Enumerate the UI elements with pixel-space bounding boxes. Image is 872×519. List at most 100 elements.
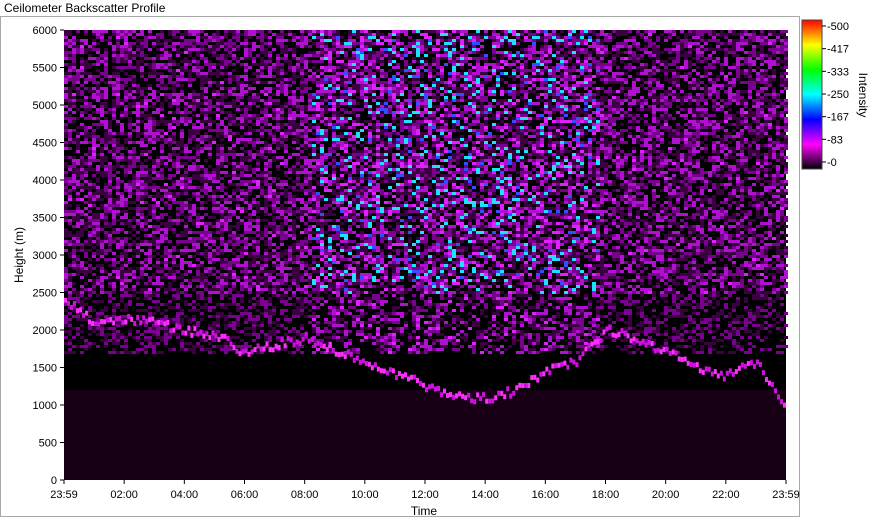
heatmap-cell bbox=[244, 75, 248, 78]
heatmap-cell bbox=[212, 63, 216, 66]
heatmap-cell bbox=[252, 201, 256, 204]
heatmap-cell bbox=[148, 186, 152, 189]
heatmap-cell bbox=[216, 288, 220, 291]
heatmap-cell bbox=[108, 111, 112, 114]
heatmap-cell bbox=[324, 279, 328, 282]
heatmap-cell bbox=[192, 240, 196, 243]
heatmap-cell bbox=[272, 102, 276, 105]
heatmap-cell bbox=[84, 108, 88, 111]
heatmap-cell bbox=[316, 246, 320, 249]
heatmap-cell bbox=[280, 282, 284, 285]
heatmap-cell bbox=[156, 108, 160, 111]
heatmap-cell bbox=[352, 210, 356, 213]
heatmap-cell bbox=[232, 162, 236, 165]
heatmap-cell bbox=[84, 243, 88, 246]
heatmap-cell bbox=[344, 81, 348, 84]
heatmap-cell bbox=[300, 165, 304, 168]
heatmap-cell bbox=[300, 75, 304, 78]
heatmap-cell bbox=[68, 312, 72, 315]
heatmap-cell bbox=[68, 189, 72, 192]
heatmap-cell bbox=[144, 216, 148, 219]
heatmap-cell bbox=[272, 150, 276, 153]
heatmap-cell bbox=[308, 39, 312, 42]
heatmap-cell bbox=[184, 348, 188, 351]
heatmap-cell bbox=[196, 105, 200, 108]
heatmap-cell bbox=[64, 105, 68, 108]
heatmap-cell bbox=[124, 138, 128, 141]
heatmap-cell bbox=[352, 282, 356, 285]
heatmap-cell bbox=[324, 300, 328, 303]
heatmap-cell bbox=[320, 249, 324, 252]
heatmap-cell bbox=[184, 252, 188, 255]
heatmap-cell bbox=[320, 198, 324, 201]
heatmap-cell bbox=[176, 108, 180, 111]
heatmap-cell bbox=[104, 93, 108, 96]
heatmap-cell bbox=[80, 261, 84, 264]
heatmap-cell bbox=[324, 96, 328, 99]
heatmap-cell bbox=[336, 204, 340, 207]
heatmap-cell bbox=[236, 168, 240, 171]
heatmap-cell bbox=[124, 237, 128, 240]
heatmap-cell bbox=[288, 297, 292, 300]
heatmap-cell bbox=[336, 309, 340, 312]
heatmap-cell bbox=[212, 129, 216, 132]
heatmap-cell bbox=[304, 243, 308, 246]
heatmap-cell bbox=[304, 126, 308, 129]
heatmap-cell bbox=[80, 285, 84, 288]
heatmap-cell bbox=[180, 66, 184, 69]
heatmap-cell bbox=[324, 129, 328, 132]
heatmap-cell bbox=[128, 303, 132, 306]
heatmap-cell bbox=[324, 270, 328, 273]
heatmap-cell bbox=[72, 210, 76, 213]
heatmap-cell bbox=[120, 345, 124, 348]
heatmap-cell bbox=[312, 324, 316, 327]
heatmap-cell bbox=[256, 276, 260, 279]
heatmap-cell bbox=[200, 120, 204, 123]
heatmap-cell bbox=[188, 54, 192, 57]
heatmap-cell bbox=[344, 219, 348, 222]
heatmap-cell bbox=[228, 75, 232, 78]
heatmap-cell bbox=[256, 249, 260, 252]
heatmap-cell bbox=[244, 207, 248, 210]
heatmap-cell bbox=[204, 306, 208, 309]
heatmap-cell bbox=[276, 210, 280, 213]
heatmap-cell bbox=[72, 336, 76, 339]
heatmap-cell bbox=[268, 39, 272, 42]
heatmap-cell bbox=[128, 237, 132, 240]
heatmap-cell bbox=[240, 300, 244, 303]
heatmap-cell bbox=[228, 132, 232, 135]
heatmap-cell bbox=[276, 57, 280, 60]
heatmap-cell bbox=[144, 180, 148, 183]
heatmap-cell bbox=[164, 84, 168, 87]
heatmap-cell bbox=[168, 174, 172, 177]
heatmap-cell bbox=[248, 252, 252, 255]
heatmap-cell bbox=[68, 78, 72, 81]
heatmap-cell bbox=[328, 156, 332, 159]
heatmap-cell bbox=[132, 36, 136, 39]
heatmap-cell bbox=[140, 309, 144, 312]
heatmap-cell bbox=[276, 60, 280, 63]
heatmap-cell bbox=[300, 267, 304, 270]
heatmap-cell bbox=[356, 219, 360, 222]
heatmap-cell bbox=[344, 147, 348, 150]
heatmap-cell bbox=[104, 147, 108, 150]
heatmap-cell bbox=[96, 282, 100, 285]
heatmap-cell bbox=[356, 114, 360, 117]
heatmap-cell bbox=[196, 198, 200, 201]
heatmap-cell bbox=[224, 129, 228, 132]
heatmap-cell bbox=[332, 336, 336, 339]
heatmap-cell bbox=[116, 87, 120, 90]
heatmap-cell bbox=[100, 312, 104, 315]
heatmap-cell bbox=[312, 303, 316, 306]
heatmap-cell bbox=[356, 84, 360, 87]
heatmap-cell bbox=[132, 228, 136, 231]
heatmap-cell bbox=[168, 144, 172, 147]
heatmap-cell bbox=[100, 30, 104, 33]
heatmap-cell bbox=[228, 207, 232, 210]
heatmap-cell bbox=[240, 96, 244, 99]
heatmap-cell bbox=[332, 312, 336, 315]
heatmap-cell bbox=[268, 36, 272, 39]
heatmap-cell bbox=[356, 66, 360, 69]
heatmap-cell bbox=[272, 321, 276, 324]
heatmap-cell bbox=[228, 228, 232, 231]
